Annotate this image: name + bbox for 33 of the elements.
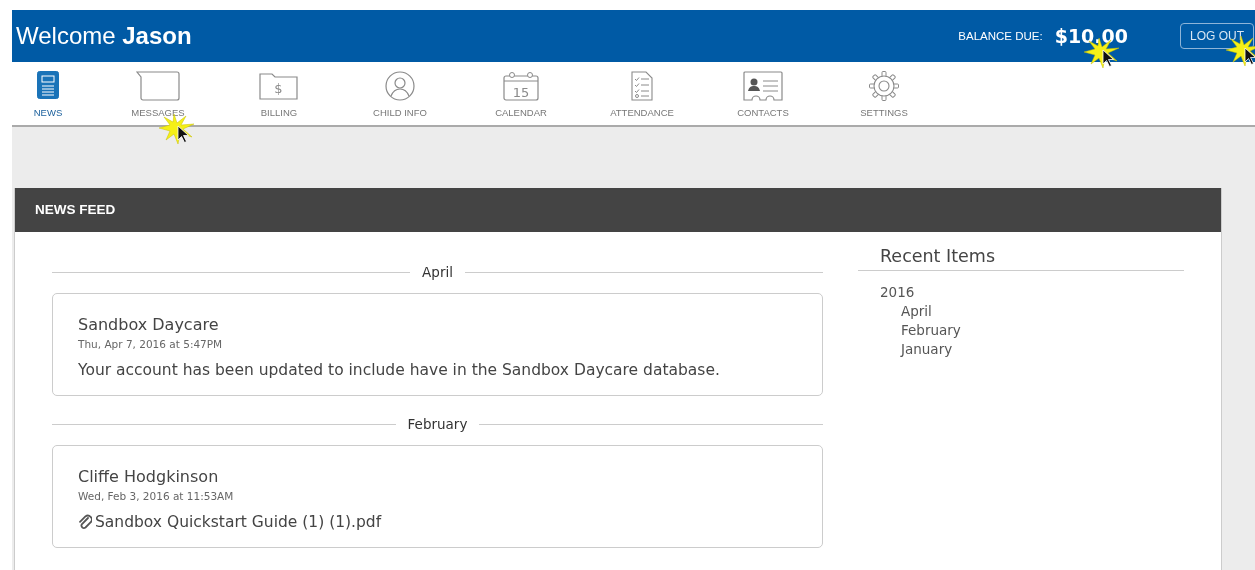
nav-tab[interactable]: ATTENDANCE [606, 62, 678, 125]
post-date: Thu, Apr 7, 2016 at 5:47PM [78, 338, 224, 350]
month-link[interactable]: January [901, 341, 1184, 357]
paperclip-icon [78, 514, 92, 530]
newspaper-icon [37, 71, 59, 99]
nav-tab[interactable]: CHILD INFO [364, 62, 436, 125]
balance-amount: $10.00 [1054, 25, 1128, 47]
post-author: Cliffe Hodgkinson [78, 467, 220, 486]
welcome-text: Welcome Jason [16, 22, 192, 50]
nav-tab[interactable]: NEWS [12, 62, 84, 125]
nav-tab[interactable]: 15 CALENDAR [485, 62, 557, 125]
nav-tab[interactable]: CONTACTS [727, 62, 799, 125]
recent-items-title: Recent Items [858, 246, 1184, 271]
month-heading: April [421, 264, 454, 280]
balance-label: BALANCE DUE: [958, 30, 1043, 42]
panel-title: NEWS FEED [15, 188, 1221, 232]
person-icon [385, 71, 415, 101]
year-link[interactable]: 2016 [880, 284, 1184, 300]
settings-icon [869, 71, 899, 101]
post-date: Wed, Feb 3, 2016 at 11:53AM [78, 490, 235, 502]
checklist-icon [631, 71, 653, 101]
attachment-link[interactable]: Sandbox Quickstart Guide (1) (1).pdf [95, 513, 382, 531]
post-body: Your account has been updated to include have in the Sandbox Daycare database. [78, 361, 721, 379]
nav-tab[interactable]: $ BILLING [243, 62, 315, 125]
contact-card-icon [743, 71, 783, 101]
nav-tab[interactable]: MESSAGES [122, 62, 194, 125]
message-icon [136, 71, 180, 101]
month-link[interactable]: April [901, 303, 1184, 319]
folder-dollar-icon: $ [259, 71, 299, 101]
month-link[interactable]: February [901, 322, 1184, 338]
post-author: Sandbox Daycare [78, 315, 220, 334]
nav-tab[interactable]: SETTINGS [848, 62, 920, 125]
month-heading: February [406, 416, 469, 432]
